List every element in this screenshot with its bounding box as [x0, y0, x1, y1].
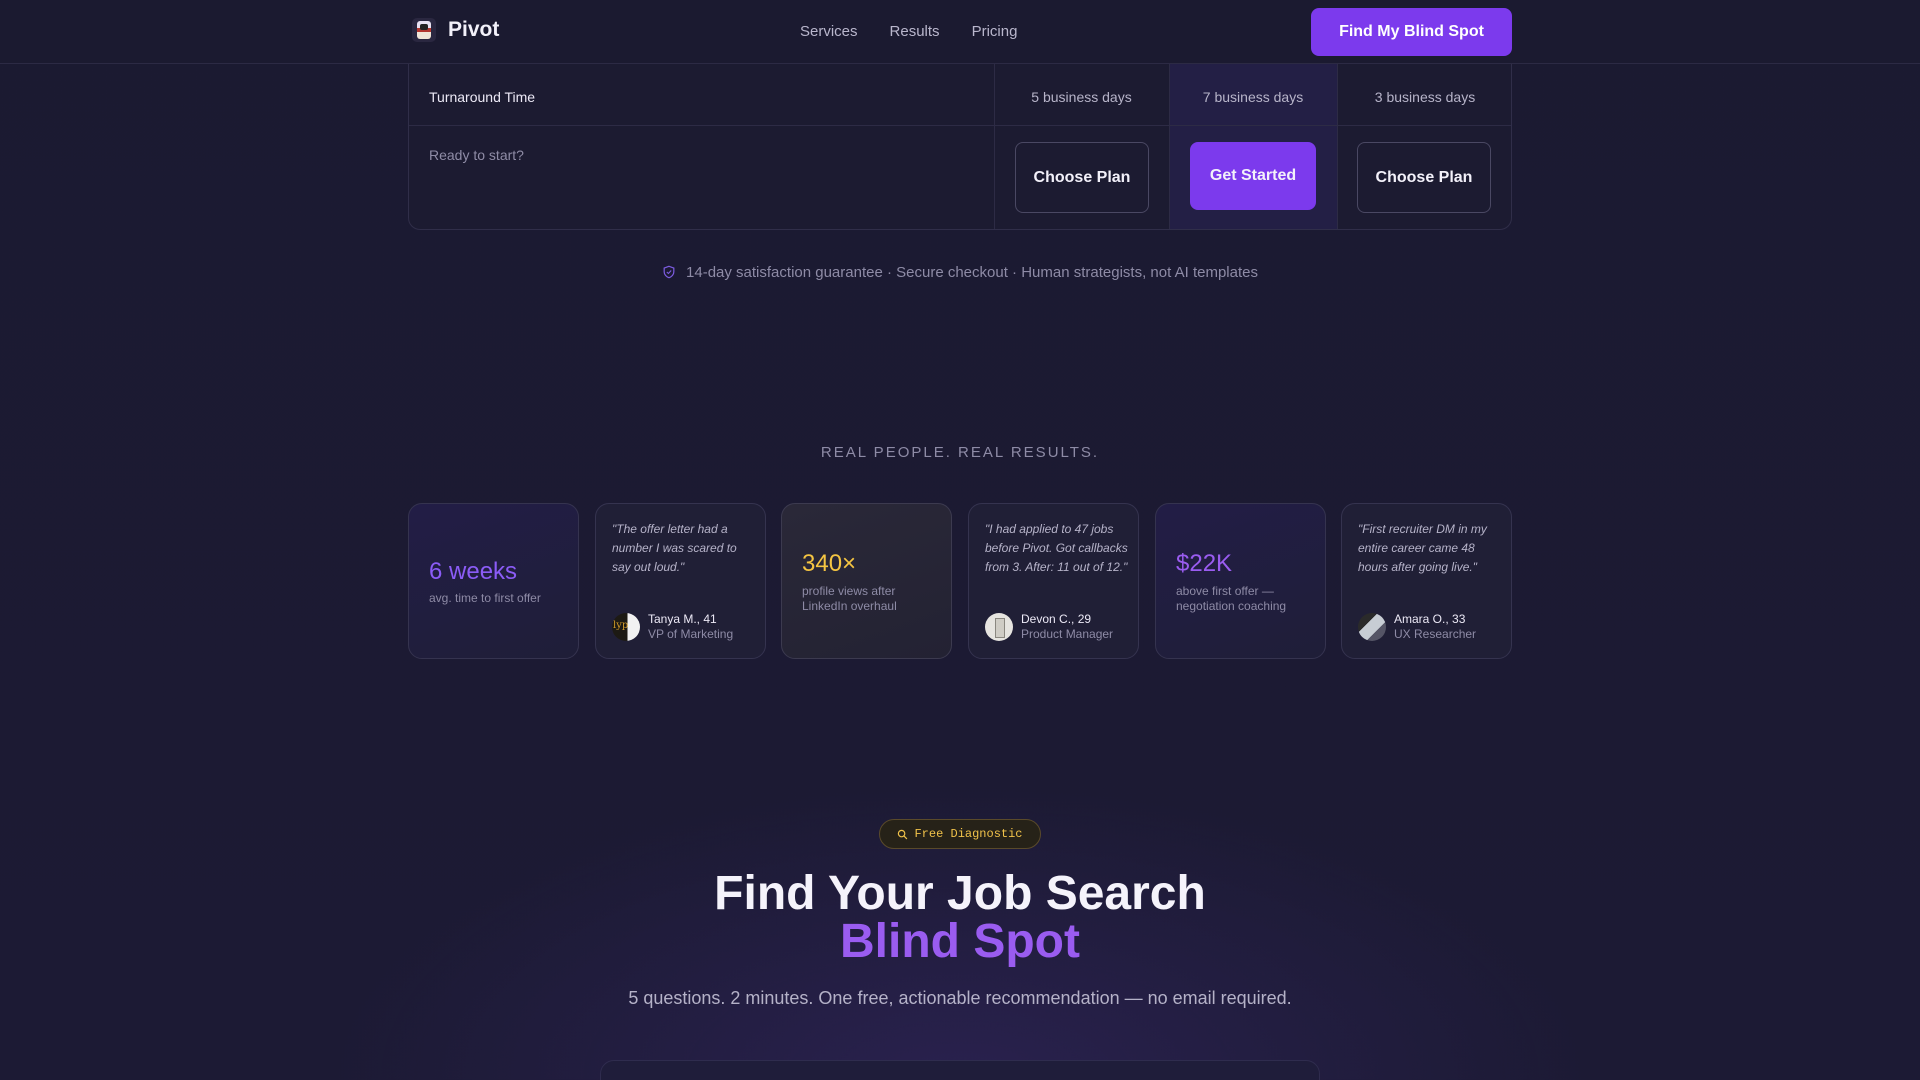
badge-label: Free Diagnostic	[914, 827, 1023, 841]
person-role: UX Researcher	[1394, 627, 1477, 641]
results-kicker: REAL PEOPLE. REAL RESULTS.	[820, 444, 1100, 461]
turnaround-plan-3: 3 business days	[1374, 89, 1476, 105]
title-line-1: Find Your Job Search	[714, 867, 1206, 920]
shield-icon	[663, 265, 675, 279]
avatar	[612, 613, 640, 641]
guarantee-line: 14-day satisfaction guarantee · Secure c…	[0, 264, 1920, 281]
find-blind-spot-button[interactable]: Find My Blind Spot	[1311, 8, 1512, 56]
nav-results[interactable]: Results	[890, 23, 940, 40]
testimonial-person: Amara O., 33 UX Researcher	[1358, 612, 1476, 642]
stat-value: 6 weeks	[429, 558, 518, 585]
result-card-testimonial: "I had applied to 47 jobs before Pivot. …	[968, 503, 1139, 659]
guarantee-text: 14-day satisfaction guarantee · Secure c…	[686, 264, 1258, 281]
get-started-button[interactable]: Get Started	[1190, 142, 1316, 210]
choose-plan-button-3[interactable]: Choose Plan	[1357, 142, 1491, 213]
turnaround-plan-2: 7 business days	[1202, 89, 1304, 105]
title-line-2: Blind Spot	[840, 915, 1080, 968]
result-card-stat: $22K above first offer — negotiation coa…	[1155, 503, 1326, 659]
ready-label: Ready to start?	[429, 147, 524, 163]
main-nav: Services Results Pricing	[800, 23, 1017, 40]
stat-label: avg. time to first offer	[429, 591, 541, 605]
avatar	[985, 613, 1013, 641]
logo-icon	[412, 18, 436, 42]
search-icon	[898, 829, 908, 839]
site-header: Pivot Services Results Pricing Find My B…	[0, 0, 1920, 64]
free-diagnostic-badge: Free Diagnostic	[879, 819, 1041, 849]
person-role: Product Manager	[1021, 627, 1114, 641]
result-card-testimonial: "The offer letter had a number I was sca…	[595, 503, 766, 659]
person-name: Amara O., 33	[1394, 612, 1466, 626]
testimonial-quote: "I had applied to 47 jobs before Pivot. …	[985, 522, 1128, 574]
person-role: VP of Marketing	[648, 627, 734, 641]
stat-value: 340×	[802, 550, 857, 577]
pricing-comparison-table: Turnaround Time 5 business days 7 busine…	[408, 64, 1512, 230]
testimonial-person: Tanya M., 41 VP of Marketing	[612, 612, 733, 642]
result-card-stat: 6 weeks avg. time to first offer	[408, 503, 579, 659]
testimonial-quote: "The offer letter had a number I was sca…	[612, 522, 737, 574]
diagnostic-subtitle: 5 questions. 2 minutes. One free, action…	[628, 988, 1292, 1008]
person-name: Tanya M., 41	[648, 612, 717, 626]
nav-pricing[interactable]: Pricing	[972, 23, 1018, 40]
avatar	[1358, 613, 1386, 641]
stat-label: above first offer — negotiation coaching	[1176, 584, 1287, 613]
person-name: Devon C., 29	[1021, 612, 1092, 626]
nav-services[interactable]: Services	[800, 23, 858, 40]
diagnostic-title: Find Your Job Search Blind Spot	[0, 870, 1920, 966]
divider	[409, 125, 1511, 126]
result-card-stat: 340× profile views after LinkedIn overha…	[781, 503, 952, 659]
brand[interactable]: Pivot	[412, 18, 499, 42]
turnaround-plan-1: 5 business days	[1031, 89, 1132, 105]
choose-plan-button-1[interactable]: Choose Plan	[1015, 142, 1149, 213]
stat-label: profile views after LinkedIn overhaul	[802, 584, 897, 613]
brand-name: Pivot	[448, 18, 500, 41]
stat-value: $22K	[1176, 550, 1233, 577]
result-card-testimonial: "First recruiter DM in my entire career …	[1341, 503, 1512, 659]
diagnostic-panel	[600, 1060, 1320, 1080]
turnaround-row-label: Turnaround Time	[429, 89, 536, 105]
testimonial-quote: "First recruiter DM in my entire career …	[1358, 522, 1487, 574]
testimonial-person: Devon C., 29 Product Manager	[985, 612, 1113, 642]
